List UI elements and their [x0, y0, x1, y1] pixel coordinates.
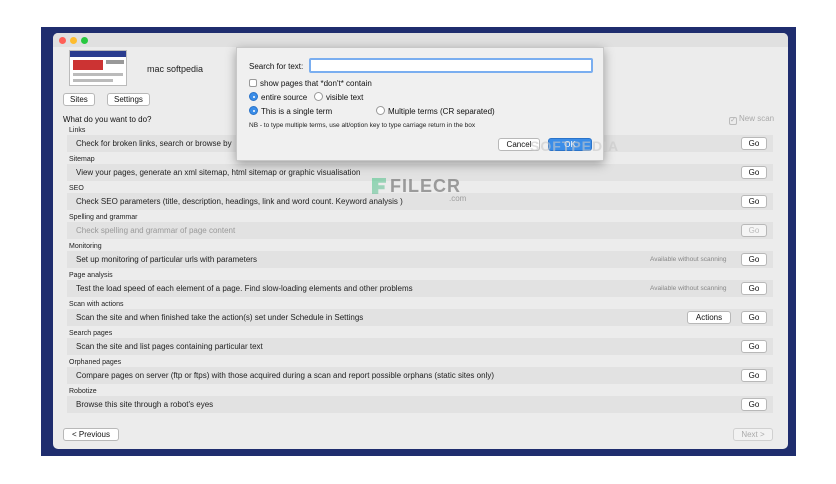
multiple-terms-label: Multiple terms (CR separated) — [388, 107, 495, 116]
entire-source-radio[interactable]: entire source — [249, 92, 307, 102]
softpedia-watermark: SOFTPEDIA — [530, 138, 620, 154]
search-pages-go-button[interactable]: Go — [741, 340, 767, 353]
task-row-search-pages: Scan the site and list pages containing … — [67, 338, 773, 355]
new-scan-checkbox[interactable]: ✓ New scan — [729, 114, 774, 125]
radio-unselected-icon — [376, 106, 385, 115]
section-title-page-analysis: Page analysis — [69, 272, 113, 279]
availability-note: Available without scanning — [650, 285, 727, 292]
site-name: mac softpedia — [147, 64, 204, 74]
actions-button[interactable]: Actions — [687, 311, 731, 324]
zoom-window-button[interactable] — [81, 37, 88, 44]
radio-selected-icon — [249, 92, 258, 101]
task-description: Check spelling and grammar of page conte… — [76, 226, 236, 235]
search-text-input[interactable] — [309, 58, 593, 73]
section-title-scan-with-actions: Scan with actions — [69, 301, 124, 308]
task-row-spelling: Check spelling and grammar of page conte… — [67, 222, 773, 239]
search-text-label: Search for text: — [249, 62, 304, 71]
sitemap-go-button[interactable]: Go — [741, 166, 767, 179]
page-analysis-go-button[interactable]: Go — [741, 282, 767, 295]
section-title-robotize: Robotize — [69, 388, 97, 395]
task-description: Scan the site and list pages containing … — [76, 342, 263, 351]
robotize-go-button[interactable]: Go — [741, 398, 767, 411]
task-description: Check SEO parameters (title, description… — [76, 197, 403, 206]
new-scan-label: New scan — [739, 114, 775, 123]
multiple-terms-radio[interactable]: Multiple terms (CR separated) — [376, 106, 495, 116]
filecr-logo-icon — [372, 178, 386, 194]
section-title-search-pages: Search pages — [69, 330, 113, 337]
section-title-spelling: Spelling and grammar — [69, 214, 138, 221]
availability-note: Available without scanning — [650, 256, 727, 263]
dont-contain-label: show pages that *don't* contain — [260, 79, 372, 88]
task-description: Check for broken links, search or browse… — [76, 139, 232, 148]
checkbox-icon — [249, 79, 257, 87]
section-title-monitoring: Monitoring — [69, 243, 102, 250]
filecr-com-watermark: .com — [449, 194, 467, 203]
visible-text-radio[interactable]: visible text — [314, 92, 363, 102]
links-go-button[interactable]: Go — [741, 137, 767, 150]
task-row-robotize: Browse this site through a robot's eyes … — [67, 396, 773, 413]
section-title-sitemap: Sitemap — [69, 156, 95, 163]
task-description: Compare pages on server (ftp or ftps) wi… — [76, 371, 494, 380]
visible-text-label: visible text — [326, 93, 364, 102]
section-title-seo: SEO — [69, 185, 84, 192]
single-term-label: This is a single term — [261, 107, 333, 116]
section-title-links: Links — [69, 127, 86, 134]
task-description: Browse this site through a robot's eyes — [76, 400, 214, 409]
radio-unselected-icon — [314, 92, 323, 101]
task-question: What do you want to do? — [63, 115, 152, 124]
sites-button[interactable]: Sites — [63, 93, 95, 106]
site-thumbnail — [69, 50, 127, 86]
task-row-scan-with-actions: Scan the site and when finished take the… — [67, 309, 773, 326]
orphaned-pages-go-button[interactable]: Go — [741, 369, 767, 382]
single-term-radio[interactable]: This is a single term — [249, 106, 332, 116]
seo-go-button[interactable]: Go — [741, 195, 767, 208]
close-window-button[interactable] — [59, 37, 66, 44]
checkmark-icon: ✓ — [729, 117, 737, 125]
task-description: View your pages, generate an xml sitemap… — [76, 168, 361, 177]
task-row-page-analysis: Test the load speed of each element of a… — [67, 280, 773, 297]
multiple-terms-note: NB - to type multiple terms, use alt/opt… — [249, 122, 476, 129]
task-row-orphaned-pages: Compare pages on server (ftp or ftps) wi… — [67, 367, 773, 384]
scan-with-actions-go-button[interactable]: Go — [741, 311, 767, 324]
filecr-watermark: FILECR — [372, 176, 461, 197]
task-description: Test the load speed of each element of a… — [76, 284, 413, 293]
monitoring-go-button[interactable]: Go — [741, 253, 767, 266]
dont-contain-checkbox[interactable]: show pages that *don't* contain — [249, 79, 372, 88]
radio-selected-icon — [249, 106, 258, 115]
task-description: Set up monitoring of particular urls wit… — [76, 255, 257, 264]
section-title-orphaned-pages: Orphaned pages — [69, 359, 122, 366]
settings-button[interactable]: Settings — [107, 93, 150, 106]
minimize-window-button[interactable] — [70, 37, 77, 44]
title-bar — [53, 33, 788, 47]
spelling-go-button[interactable]: Go — [741, 224, 767, 237]
previous-button[interactable]: < Previous — [63, 428, 119, 441]
next-button[interactable]: Next > — [733, 428, 773, 441]
entire-source-label: entire source — [261, 93, 308, 102]
task-row-monitoring: Set up monitoring of particular urls wit… — [67, 251, 773, 268]
task-description: Scan the site and when finished take the… — [76, 313, 364, 322]
